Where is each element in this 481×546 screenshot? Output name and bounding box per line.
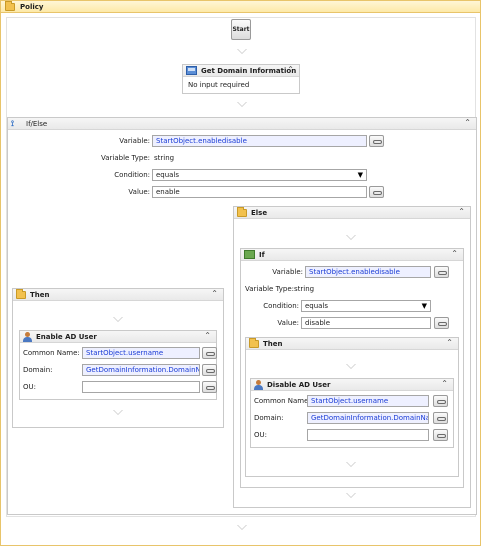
user-icon <box>254 379 263 390</box>
if-header[interactable]: If ⌃ <box>241 249 463 261</box>
flow-arrow <box>113 410 123 415</box>
else-header[interactable]: Else ⌃ <box>234 206 470 219</box>
chevron-up-icon[interactable]: ⌃ <box>446 338 453 347</box>
server-icon <box>186 66 197 75</box>
variable-label: Variable: <box>119 137 150 145</box>
flow-arrow <box>346 364 356 369</box>
flow-arrow <box>237 525 247 530</box>
chevron-up-icon[interactable]: ⌃ <box>441 379 448 388</box>
disable-ad-user-title: Disable AD User <box>267 380 331 389</box>
if-value-browse-button[interactable] <box>434 317 449 329</box>
then-header[interactable]: Then ⌃ <box>13 288 223 301</box>
common-name-label: Common Name: <box>23 349 80 357</box>
ou-field[interactable] <box>307 429 429 441</box>
get-domain-activity[interactable]: Get Domain Information ⌃ No input requir… <box>182 64 300 94</box>
flow-arrow <box>346 493 356 498</box>
if-condition-value: equals <box>305 302 329 310</box>
ou-browse-button[interactable] <box>202 381 217 393</box>
policy-header[interactable]: Policy <box>1 0 480 13</box>
if-variable-label: Variable: <box>272 268 303 276</box>
if-value-label: Value: <box>277 319 299 327</box>
variable-browse-button[interactable] <box>369 135 384 147</box>
condition-select[interactable]: equals ▼ <box>152 169 367 181</box>
else-branch: Else ⌃ If ⌃ Variable: StartObject.enable… <box>233 206 471 508</box>
chevron-up-icon[interactable]: ⌃ <box>451 249 458 258</box>
condition-label: Condition: <box>114 171 150 179</box>
flow-arrow <box>113 317 123 322</box>
get-domain-body: No input required <box>188 81 250 89</box>
else-title: Else <box>251 208 268 217</box>
folder-icon <box>16 288 26 299</box>
nested-then-title: Then <box>263 339 283 348</box>
flow-arrow <box>237 49 247 54</box>
chevron-down-icon: ▼ <box>421 302 427 310</box>
flow-arrow <box>346 235 356 240</box>
ou-label: OU: <box>23 383 36 391</box>
enable-ad-user-activity[interactable]: Enable AD User ⌃ Common Name: StartObjec… <box>19 330 217 400</box>
nested-then-header[interactable]: Then ⌃ <box>246 337 458 350</box>
disable-ad-user-header[interactable]: Disable AD User ⌃ <box>251 379 453 391</box>
if-title: If <box>259 250 265 259</box>
domain-field[interactable]: GetDomainInformation.DomainName <box>82 364 200 376</box>
get-domain-header[interactable]: Get Domain Information ⌃ <box>183 65 299 77</box>
ou-browse-button[interactable] <box>433 429 448 441</box>
chevron-up-icon[interactable]: ⌃ <box>287 65 294 74</box>
user-icon <box>23 331 32 342</box>
ou-field[interactable] <box>82 381 200 393</box>
common-name-field[interactable]: StartObject.username <box>82 347 200 359</box>
chevron-up-icon[interactable]: ⌃ <box>211 289 218 298</box>
ou-label: OU: <box>254 431 267 439</box>
domain-browse-button[interactable] <box>433 412 448 424</box>
condition-value: equals <box>156 171 180 179</box>
ifelse-title: If/Else <box>26 119 48 128</box>
then-title: Then <box>30 290 50 299</box>
variable-type-value: string <box>154 154 175 162</box>
chevron-up-icon[interactable]: ⌃ <box>204 331 211 340</box>
common-name-field[interactable]: StartObject.username <box>307 395 429 407</box>
disable-ad-user-activity[interactable]: Disable AD User ⌃ Common Name: StartObje… <box>250 378 454 448</box>
if-variable-type-value: string <box>294 285 315 293</box>
if-variable-field[interactable]: StartObject.enabledisable <box>305 266 431 278</box>
if-condition-label: Condition: <box>263 302 299 310</box>
folder-icon <box>249 337 259 348</box>
ifelse-header[interactable]: ⟟ If/Else ⌃ <box>8 118 476 130</box>
policy-container: Policy Start Get Domain Information ⌃ No… <box>0 0 481 546</box>
common-name-browse-button[interactable] <box>202 347 217 359</box>
policy-title: Policy <box>20 2 44 11</box>
if-variable-type-label: Variable Type: <box>245 285 295 293</box>
if-activity: If ⌃ Variable: StartObject.enabledisable… <box>240 248 464 488</box>
if-value-field[interactable]: disable <box>301 317 431 329</box>
domain-field[interactable]: GetDomainInformation.DomainName <box>307 412 429 424</box>
flow-arrow <box>346 462 356 467</box>
common-name-browse-button[interactable] <box>433 395 448 407</box>
folder-icon <box>237 206 247 217</box>
enable-ad-user-title: Enable AD User <box>36 332 97 341</box>
domain-label: Domain: <box>254 414 284 422</box>
if-variable-browse-button[interactable] <box>434 266 449 278</box>
if-icon <box>244 250 255 259</box>
value-label: Value: <box>128 188 150 196</box>
chevron-up-icon[interactable]: ⌃ <box>464 118 471 127</box>
enable-ad-user-header[interactable]: Enable AD User ⌃ <box>20 331 216 343</box>
flow-arrow <box>237 102 247 107</box>
if-condition-select[interactable]: equals ▼ <box>301 300 431 312</box>
value-field[interactable]: enable <box>152 186 367 198</box>
variable-type-label: Variable Type: <box>100 154 150 162</box>
domain-label: Domain: <box>23 366 53 374</box>
common-name-label: Common Name: <box>254 397 311 405</box>
folder-icon <box>5 0 15 11</box>
chevron-up-icon[interactable]: ⌃ <box>458 207 465 216</box>
start-label: Start <box>232 26 250 33</box>
then-branch-left: Then ⌃ Enable AD User ⌃ Common Name: Sta… <box>12 288 224 428</box>
chevron-down-icon: ▼ <box>357 171 363 179</box>
value-browse-button[interactable] <box>369 186 384 198</box>
domain-browse-button[interactable] <box>202 364 217 376</box>
then-branch-nested: Then ⌃ Disable AD User ⌃ Common Name: St… <box>245 337 459 477</box>
variable-field[interactable]: StartObject.enabledisable <box>152 135 367 147</box>
start-button[interactable]: Start <box>231 19 251 40</box>
ifelse-icon: ⟟ <box>11 119 14 128</box>
get-domain-title: Get Domain Information <box>201 66 297 75</box>
